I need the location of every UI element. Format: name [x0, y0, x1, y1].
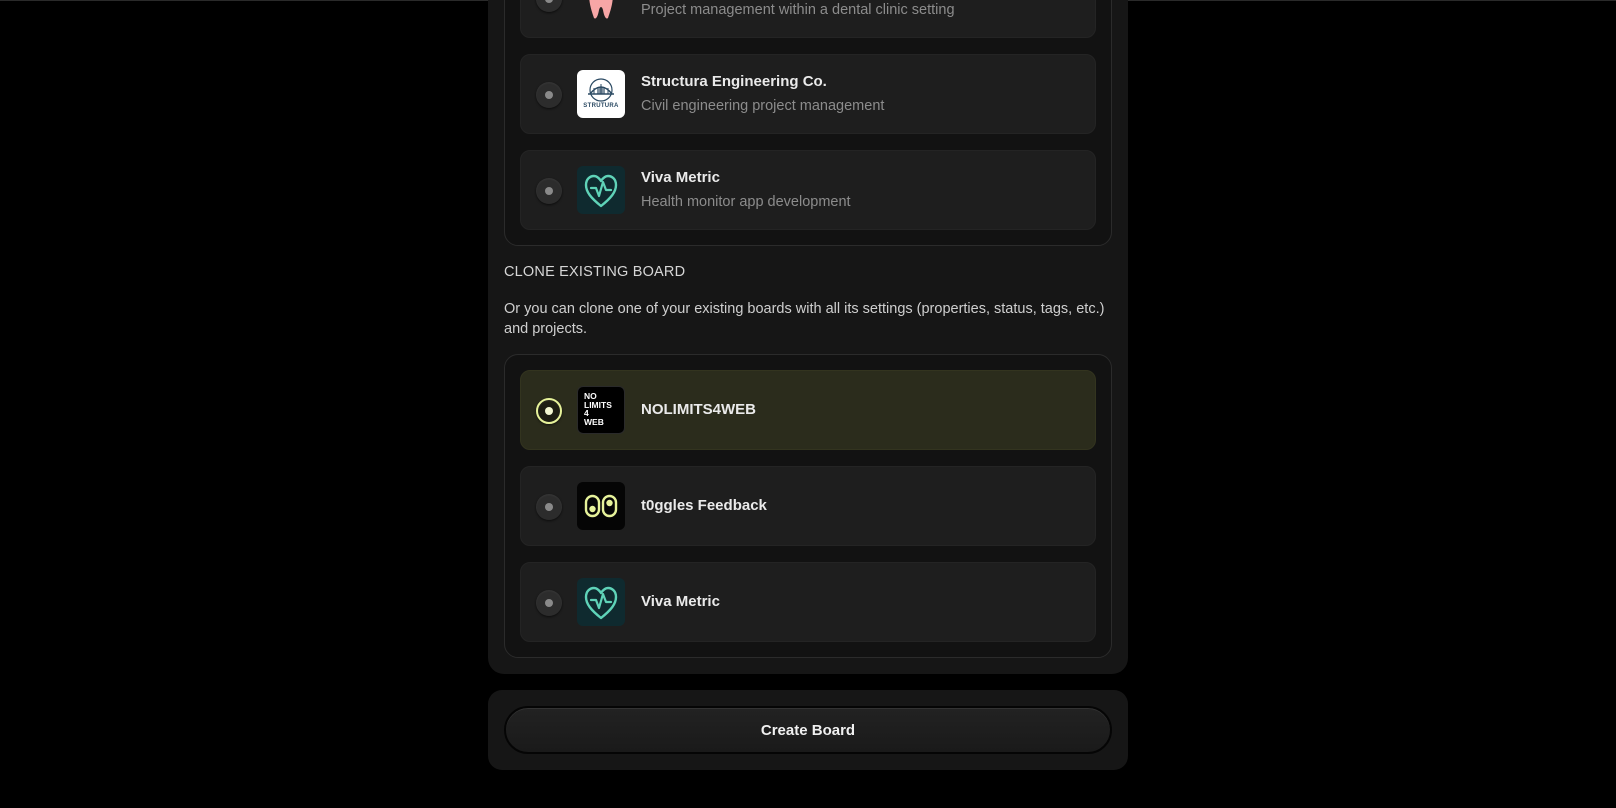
radio-button[interactable]: [536, 590, 562, 616]
template-option-structura[interactable]: STRUTURA Structura Engineering Co. Civil…: [520, 54, 1096, 134]
template-title: Structura Engineering Co.: [641, 73, 827, 90]
template-description: Health monitor app development: [641, 194, 851, 210]
board-title: NOLIMITS4WEB: [641, 401, 756, 418]
clone-section-description: Or you can clone one of your existing bo…: [504, 301, 1105, 337]
template-description: Project management within a dental clini…: [641, 2, 955, 18]
heart-pulse-logo-icon: [577, 578, 625, 626]
radio-button[interactable]: [536, 494, 562, 520]
heart-pulse-logo-icon: [577, 166, 625, 214]
nolimits4web-logo-icon: NO LIMITS 4 WEB: [577, 386, 625, 434]
t0ggles-logo-icon: [577, 482, 625, 530]
tooth-logo-icon: [577, 0, 625, 22]
clone-section-heading: CLONE EXISTING BOARD: [504, 264, 686, 280]
radio-button[interactable]: [536, 178, 562, 204]
structura-bridge-logo-icon: STRUTURA: [577, 70, 625, 118]
radio-button-selected[interactable]: [536, 398, 562, 424]
template-description: Civil engineering project management: [641, 98, 885, 114]
radio-button[interactable]: [536, 0, 562, 12]
create-board-button[interactable]: Create Board: [504, 706, 1112, 754]
board-title: Viva Metric: [641, 593, 720, 610]
clone-option-nolimits4web[interactable]: NO LIMITS 4 WEB NOLIMITS4WEB: [520, 370, 1096, 450]
radio-button[interactable]: [536, 82, 562, 108]
clone-option-t0ggles-feedback[interactable]: t0ggles Feedback: [520, 466, 1096, 546]
structura-logo-text: STRUTURA: [583, 103, 619, 109]
clone-option-viva-metric[interactable]: Viva Metric: [520, 562, 1096, 642]
template-option-dental[interactable]: Project management within a dental clini…: [520, 0, 1096, 38]
logo-line: WEB: [584, 416, 604, 427]
board-title: t0ggles Feedback: [641, 497, 767, 514]
template-title: Viva Metric: [641, 169, 720, 186]
template-option-viva-metric[interactable]: Viva Metric Health monitor app developme…: [520, 150, 1096, 230]
